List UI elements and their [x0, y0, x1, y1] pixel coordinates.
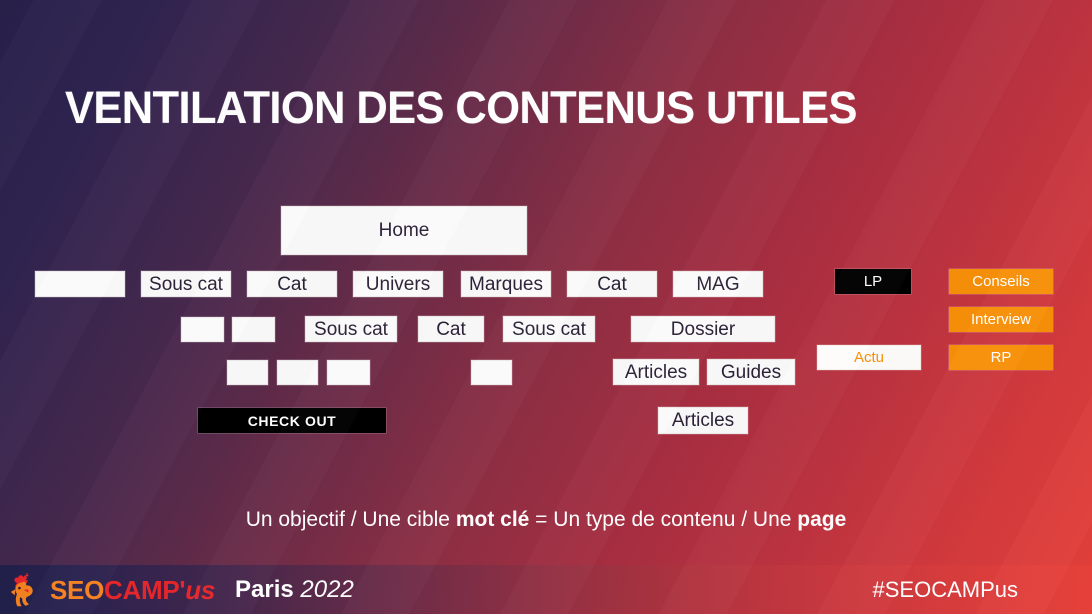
diagram-node-univers[interactable]: Univers — [353, 271, 443, 297]
diagram-node-label: LP — [863, 273, 883, 290]
diagram-node-label: Marques — [469, 273, 543, 295]
diagram-node-label: Dossier — [670, 318, 736, 340]
diagram-node-label: Articles — [624, 361, 688, 383]
diagram-node-interview[interactable]: Interview — [949, 307, 1053, 332]
diagram-node-cat-2[interactable]: Cat — [567, 271, 657, 297]
diagram-node-rp[interactable]: RP — [949, 345, 1053, 370]
diagram-node-label: Cat — [277, 273, 307, 295]
diagram-node-sous-cat-2[interactable]: Sous cat — [305, 316, 397, 342]
diagram-node-label: MAG — [696, 273, 740, 295]
diagram-node-check-out[interactable]: CHECK OUT — [198, 408, 386, 433]
brand-us: us — [185, 574, 216, 605]
diagram-node-conseils[interactable]: Conseils — [949, 269, 1053, 294]
diagram-node-lp[interactable]: LP — [835, 269, 911, 294]
diagram-node-label: CHECK OUT — [247, 412, 337, 429]
diagram-node-sous-cat[interactable]: Sous cat — [141, 271, 231, 297]
diagram-node-empty[interactable] — [232, 317, 275, 342]
diagram-node-empty[interactable] — [471, 360, 512, 385]
caption-bold-1: mot clé — [455, 508, 530, 531]
diagram-node-sous-cat-3[interactable]: Sous cat — [503, 316, 595, 342]
diagram-node-label: Cat — [436, 318, 466, 340]
diagram-node-label: Articles — [671, 410, 735, 431]
slide-footer: SEOCAMP'us Paris 2022 #SEOCAMPus — [0, 565, 1092, 614]
event-hashtag: #SEOCAMPus — [872, 576, 1019, 602]
diagram-node-label: Sous cat — [149, 273, 223, 295]
diagram-node-label: Univers — [365, 273, 431, 295]
event-year: 2022 — [300, 575, 354, 603]
caption-bold-2: page — [797, 508, 847, 531]
event-city: Paris — [235, 575, 294, 603]
diagram-node-articles-2[interactable]: Articles — [658, 407, 748, 434]
diagram-node-label: Home — [378, 220, 430, 241]
diagram-node-label: Interview — [970, 311, 1032, 328]
diagram-node-label: Sous cat — [512, 318, 586, 340]
diagram-node-label: Actu — [853, 349, 884, 366]
slide-caption: Un objectif / Une cible mot clé = Un typ… — [0, 506, 1092, 534]
caption-part-2: = Un type de contenu / Une — [529, 508, 798, 531]
diagram-node-mag[interactable]: MAG — [673, 271, 763, 297]
diagram-node-dossier[interactable]: Dossier — [631, 316, 775, 342]
diagram-node-empty[interactable] — [277, 360, 318, 385]
diagram-node-label: RP — [990, 349, 1012, 366]
diagram-node-label: Cat — [597, 273, 627, 295]
brand-seo: SEO — [50, 574, 105, 605]
diagram-node-cat-3[interactable]: Cat — [418, 316, 484, 342]
diagram-node-marques[interactable]: Marques — [461, 271, 551, 297]
footer-brand-group: SEOCAMP'us Paris 2022 — [0, 572, 354, 608]
slide-canvas: VENTILATION DES CONTENUS UTILES Home Sou… — [0, 0, 1092, 614]
diagram-node-empty[interactable] — [35, 271, 125, 297]
diagram-node-actu[interactable]: Actu — [817, 345, 921, 370]
diagram-node-cat[interactable]: Cat — [247, 271, 337, 297]
diagram-node-empty[interactable] — [181, 317, 224, 342]
caption-part-1: Un objectif / Une cible — [245, 508, 456, 531]
rooster-icon — [11, 572, 33, 606]
diagram-node-label: Conseils — [972, 273, 1030, 290]
diagram-node-label: Guides — [720, 361, 782, 383]
diagram-node-label: Sous cat — [314, 318, 388, 340]
brand-camp: CAMP' — [104, 574, 186, 605]
diagram-node-guides[interactable]: Guides — [707, 359, 795, 385]
diagram-node-empty[interactable] — [327, 360, 370, 385]
diagram-node-articles[interactable]: Articles — [613, 359, 699, 385]
diagram-node-empty[interactable] — [227, 360, 268, 385]
seocampus-logo-text: SEOCAMP'us — [50, 577, 215, 603]
event-label: Paris 2022 — [235, 575, 354, 603]
diagram-node-home[interactable]: Home — [281, 206, 527, 255]
